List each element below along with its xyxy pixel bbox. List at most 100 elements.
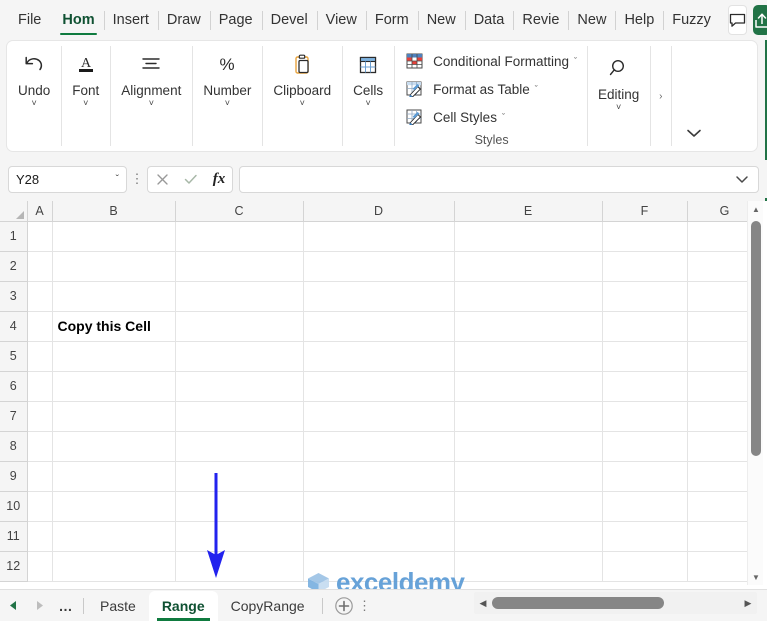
cell-D2[interactable]: [303, 251, 455, 282]
editing-button[interactable]: Editing ˅: [587, 55, 650, 112]
cell-A1[interactable]: [27, 221, 53, 252]
cell-E7[interactable]: [454, 401, 603, 432]
cell-E11[interactable]: [454, 521, 603, 552]
cell-styles-button[interactable]: Cell Styles ˇ: [406, 103, 505, 131]
undo-button[interactable]: Undo ˅: [7, 51, 61, 108]
sheet-tab-more-button[interactable]: ⋮: [357, 599, 373, 612]
chevron-down-icon[interactable]: ˅: [300, 99, 305, 108]
chevron-down-icon[interactable]: ˇ: [502, 112, 505, 122]
ribbon-tab-new-1[interactable]: New: [417, 0, 465, 40]
cell-B4[interactable]: Copy this Cell: [52, 311, 176, 342]
cell-A8[interactable]: [27, 431, 53, 462]
hscroll-track[interactable]: [492, 592, 739, 614]
select-all-corner[interactable]: [0, 201, 28, 222]
horizontal-scrollbar[interactable]: ◀ ▶: [474, 592, 757, 614]
cell-E5[interactable]: [454, 341, 603, 372]
cell-D5[interactable]: [303, 341, 455, 372]
cell-A3[interactable]: [27, 281, 53, 312]
comments-button[interactable]: [727, 5, 747, 35]
cell-B10[interactable]: [52, 491, 176, 522]
format-as-table-button[interactable]: Format as Table ˇ: [406, 75, 538, 103]
cell-E4[interactable]: [454, 311, 603, 342]
formula-input[interactable]: [239, 165, 759, 193]
scroll-up-button[interactable]: ▲: [748, 201, 764, 217]
cell-E2[interactable]: [454, 251, 603, 282]
column-header-e[interactable]: E: [454, 201, 603, 222]
cell-B11[interactable]: [52, 521, 176, 552]
ribbon-tab-draw[interactable]: Draw: [157, 0, 210, 40]
cell-D4[interactable]: [303, 311, 455, 342]
ribbon-group-alignment[interactable]: Alignment ˅: [110, 41, 192, 151]
cell-A4[interactable]: [27, 311, 53, 342]
sheet-tab-copyrange[interactable]: CopyRange: [218, 591, 318, 621]
cell-D9[interactable]: [303, 461, 455, 492]
cell-D11[interactable]: [303, 521, 455, 552]
ribbon-overflow-button[interactable]: ›: [650, 41, 671, 151]
row-header-1[interactable]: 1: [0, 221, 28, 252]
horizontal-scroll-thumb[interactable]: [492, 597, 664, 609]
cell-C9[interactable]: [175, 461, 304, 492]
ribbon-group-font[interactable]: A Font ˅: [61, 41, 110, 151]
cell-B1[interactable]: [52, 221, 176, 252]
ribbon-tab-fuzzy[interactable]: Fuzzy: [663, 0, 720, 40]
font-button[interactable]: A Font ˅: [61, 51, 110, 108]
row-header-12[interactable]: 12: [0, 551, 28, 582]
cell-E8[interactable]: [454, 431, 603, 462]
row-header-6[interactable]: 6: [0, 371, 28, 402]
cell-A2[interactable]: [27, 251, 53, 282]
cell-F12[interactable]: [602, 551, 688, 582]
cell-E6[interactable]: [454, 371, 603, 402]
row-header-2[interactable]: 2: [0, 251, 28, 282]
cells-button[interactable]: Cells ˅: [342, 51, 394, 108]
cell-C11[interactable]: [175, 521, 304, 552]
sheet-tab-paste[interactable]: Paste: [87, 591, 149, 621]
name-box[interactable]: Y28 ˇ: [8, 165, 127, 193]
ribbon-tab-view[interactable]: View: [316, 0, 366, 40]
share-button[interactable]: [752, 5, 767, 35]
cell-E3[interactable]: [454, 281, 603, 312]
cell-A10[interactable]: [27, 491, 53, 522]
cell-C8[interactable]: [175, 431, 304, 462]
row-header-10[interactable]: 10: [0, 491, 28, 522]
row-header-4[interactable]: 4: [0, 311, 28, 342]
chevron-down-icon[interactable]: ˅: [83, 99, 88, 108]
cell-B9[interactable]: [52, 461, 176, 492]
number-button[interactable]: % Number ˅: [192, 51, 262, 108]
row-header-8[interactable]: 8: [0, 431, 28, 462]
cell-E1[interactable]: [454, 221, 603, 252]
cell-B7[interactable]: [52, 401, 176, 432]
cell-C12[interactable]: [175, 551, 304, 582]
chevron-down-icon[interactable]: ˅: [149, 99, 154, 108]
hscroll-right-button[interactable]: ▶: [739, 598, 757, 609]
cell-F9[interactable]: [602, 461, 688, 492]
cell-C3[interactable]: [175, 281, 304, 312]
cell-F7[interactable]: [602, 401, 688, 432]
cell-C7[interactable]: [175, 401, 304, 432]
column-header-c[interactable]: C: [175, 201, 304, 222]
cell-C2[interactable]: [175, 251, 304, 282]
conditional-formatting-button[interactable]: Conditional Formatting ˇ: [406, 47, 577, 75]
row-header-3[interactable]: 3: [0, 281, 28, 312]
row-header-11[interactable]: 11: [0, 521, 28, 552]
ribbon-tab-insert[interactable]: Insert: [103, 0, 158, 40]
cell-A12[interactable]: [27, 551, 53, 582]
vertical-scrollbar[interactable]: ▲ ▼: [747, 201, 763, 585]
cell-C5[interactable]: [175, 341, 304, 372]
ribbon-group-cells[interactable]: Cells ˅: [342, 41, 394, 151]
cell-D1[interactable]: [303, 221, 455, 252]
clipboard-button[interactable]: Clipboard ˅: [262, 51, 342, 108]
alignment-button[interactable]: Alignment ˅: [110, 51, 192, 108]
chevron-down-icon[interactable]: ˇ: [116, 174, 119, 185]
cell-D8[interactable]: [303, 431, 455, 462]
ribbon-group-clipboard[interactable]: Clipboard ˅: [262, 41, 342, 151]
sheet-list-ellipsis[interactable]: …: [52, 598, 80, 614]
ribbon-tab-review[interactable]: Revie: [513, 0, 568, 40]
spreadsheet-grid[interactable]: ABCDEFG 1 2 3 4 Copy this Cell 5 6 7 8 9 10 11 12: [0, 201, 767, 589]
cell-A7[interactable]: [27, 401, 53, 432]
chevron-down-icon[interactable]: ˅: [225, 99, 230, 108]
chevron-down-icon[interactable]: ˅: [366, 99, 371, 108]
cell-D10[interactable]: [303, 491, 455, 522]
add-sheet-button[interactable]: [331, 593, 357, 619]
cell-D3[interactable]: [303, 281, 455, 312]
cell-A5[interactable]: [27, 341, 53, 372]
